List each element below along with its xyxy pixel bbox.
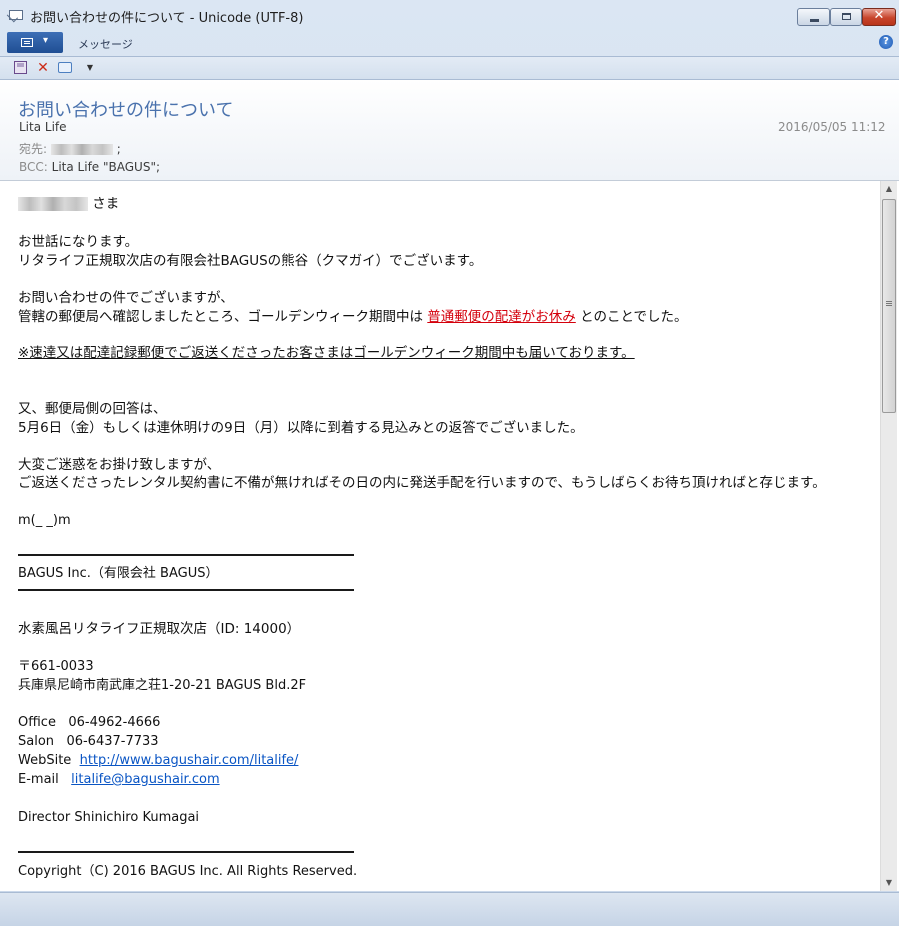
company-name: BAGUS Inc.（有限会社 BAGUS） [18, 566, 219, 581]
office-phone-row: Office 06-4962-4666 [18, 714, 160, 732]
salutation-suffix: さま [88, 196, 120, 212]
delete-button[interactable]: ✕ [35, 60, 51, 76]
postal-code: 〒661-0033 [18, 659, 94, 674]
greeting-line-2: リタライフ正規取次店の有限会社BAGUSの熊谷（クマガイ）でございます。 [18, 253, 483, 269]
para3-line-2: ご返送くださったレンタル契約書に不備が無ければその日の内に発送手配を行いますので… [18, 475, 826, 491]
signature-divider-mid [18, 589, 354, 591]
para1-line-2: 管轄の郵便局へ確認しましたところ、ゴールデンウィーク期間中は 普通郵便の配達がお… [18, 308, 688, 326]
email-link[interactable]: litalife@bagushair.com [71, 772, 219, 787]
salon-phone-row: Salon 06-6437-7733 [18, 733, 159, 751]
minimize-button[interactable] [797, 8, 830, 26]
office-label: Office [18, 715, 56, 730]
express-notice: ※速達又は配達記録郵便でご返送くださったお客さまはゴールデンウィーク期間中も届い… [18, 345, 635, 361]
message-date: 2016/05/05 11:12 [778, 120, 886, 134]
grip-icon [886, 301, 892, 302]
maximize-icon [842, 13, 851, 20]
website-row: WebSite http://www.bagushair.com/litalif… [18, 752, 298, 770]
redacted-recipient [50, 144, 113, 155]
minimize-icon [810, 19, 819, 22]
signature-divider-bottom [18, 851, 354, 853]
close-button[interactable]: ✕ [862, 8, 896, 26]
bcc-value[interactable]: Lita Life "BAGUS"; [52, 160, 160, 174]
window-title: お問い合わせの件について - Unicode (UTF-8) [30, 11, 304, 26]
ribbon: ▾ メッセージ ? [0, 31, 899, 57]
move-button[interactable] [57, 60, 73, 76]
para2-line-2: 5月6日（金）もしくは連休明けの9日（月）以降に到着する見込みとの返答でございま… [18, 420, 584, 436]
title-bar[interactable]: お問い合わせの件について - Unicode (UTF-8) ✕ [0, 0, 899, 30]
app-menu-button[interactable]: ▾ [7, 32, 63, 53]
chevron-down-icon: ▾ [43, 35, 49, 46]
move-icon [58, 62, 72, 73]
help-icon[interactable]: ? [879, 35, 893, 49]
para1-line-2-pre: 管轄の郵便局へ確認しましたところ、ゴールデンウィーク期間中は [18, 309, 428, 325]
to-row: 宛先: ; [19, 140, 121, 157]
email-label: E-mail [18, 772, 59, 787]
save-icon [14, 61, 27, 74]
to-suffix: ; [116, 142, 121, 156]
website-label: WebSite [18, 753, 72, 768]
emoticon: m(_ _)m [18, 513, 71, 528]
salon-phone: 06-6437-7733 [66, 734, 159, 749]
message-header: お問い合わせの件について Lita Life 2016/05/05 11:12 … [0, 80, 899, 181]
quick-access-toolbar: ✕ ▼ [0, 57, 899, 80]
message-subject: お問い合わせの件について [18, 100, 234, 121]
tab-message[interactable]: メッセージ [78, 36, 133, 52]
to-label: 宛先: [19, 142, 48, 156]
website-link[interactable]: http://www.bagushair.com/litalife/ [80, 753, 299, 768]
para3-line-1: 大変ご迷惑をお掛け致しますが、 [18, 457, 221, 473]
message-body: さま お世話になります。 リタライフ正規取次店の有限会社BAGUSの熊谷（クマガ… [0, 181, 899, 891]
redacted-name [18, 197, 88, 211]
maximize-button[interactable] [830, 8, 862, 26]
vertical-scrollbar[interactable]: ▲ ▼ [880, 181, 897, 891]
message-sender[interactable]: Lita Life [19, 120, 67, 134]
store-name: 水素風呂リタライフ正規取次店（ID: 14000） [18, 621, 301, 637]
salutation: さま [18, 195, 119, 213]
address: 兵庫県尼崎市南武庫之荘1-20-21 BAGUS Bld.2F [18, 678, 307, 693]
scrollbar-thumb[interactable] [882, 199, 896, 413]
customize-toolbar-button[interactable]: ▼ [82, 60, 98, 76]
email-row: E-mail litalife@bagushair.com [18, 771, 220, 789]
save-button[interactable] [13, 60, 29, 76]
scroll-up-icon[interactable]: ▲ [881, 181, 897, 197]
bcc-row: BCC: Lita Life "BAGUS"; [19, 160, 160, 174]
para1-line-1: お問い合わせの件でございますが、 [18, 290, 234, 306]
menu-icon [21, 38, 33, 47]
bcc-label: BCC: [19, 160, 48, 174]
para2-line-1: 又、郵便局側の回答は、 [18, 401, 167, 417]
para1-line-2-post: とのことでした。 [575, 309, 688, 325]
email-window: お問い合わせの件について - Unicode (UTF-8) ✕ ▾ メッセージ… [0, 0, 899, 926]
status-bar [0, 892, 899, 926]
holiday-notice-highlight: 普通郵便の配達がお休み [427, 309, 576, 325]
envelope-icon [9, 10, 23, 20]
copyright: Copyright（C) 2016 BAGUS Inc. All Rights … [18, 864, 358, 879]
signature-divider-top [18, 554, 354, 556]
greeting-line-1: お世話になります。 [18, 234, 139, 250]
close-icon: ✕ [873, 8, 885, 23]
salon-label: Salon [18, 734, 55, 749]
director-name: Director Shinichiro Kumagai [18, 810, 200, 825]
scroll-down-icon[interactable]: ▼ [881, 875, 897, 891]
office-phone: 06-4962-4666 [68, 715, 161, 730]
